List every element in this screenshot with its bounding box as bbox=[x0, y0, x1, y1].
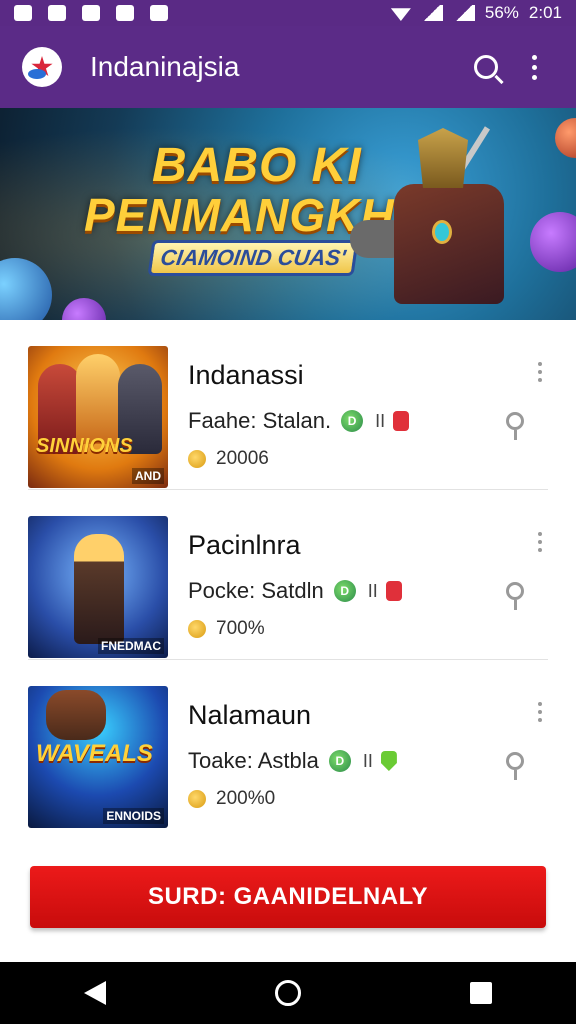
thumbnail-tag: FNEDMAC bbox=[98, 638, 164, 654]
rating-badge-icon: D bbox=[341, 410, 364, 432]
item-meta: 700% bbox=[188, 618, 265, 640]
item-more-icon[interactable] bbox=[538, 532, 542, 552]
pin-icon[interactable] bbox=[504, 412, 526, 442]
item-title: Indanassi bbox=[188, 360, 304, 390]
banner-title-line2: PENMANGKH bbox=[84, 189, 395, 241]
item-title: Pacinlnra bbox=[188, 530, 301, 560]
tag-icon bbox=[385, 581, 402, 601]
thumbnail-logo: WAVEALS bbox=[36, 740, 153, 767]
item-subtitle: Toake: Astbla bbox=[188, 748, 319, 773]
more-vert-icon bbox=[531, 54, 537, 80]
banner-title-line1: BABO KI bbox=[152, 139, 362, 192]
system-icons: 56% 2:01 bbox=[390, 3, 562, 23]
item-meta: 200%0 bbox=[188, 788, 275, 810]
pin-icon[interactable] bbox=[504, 752, 526, 782]
game-thumbnail[interactable]: SINNIONS AND bbox=[28, 346, 168, 488]
item-meta: 20006 bbox=[188, 448, 269, 470]
game-list: SINNIONS AND Indanassi Faahe: Stalan. D … bbox=[0, 320, 576, 830]
tag-icon bbox=[380, 751, 397, 771]
notification-icons bbox=[14, 5, 168, 21]
warrior-illustration bbox=[350, 126, 530, 320]
clock: 2:01 bbox=[528, 3, 562, 22]
recents-icon[interactable] bbox=[469, 982, 492, 1004]
item-count: 20006 bbox=[216, 448, 269, 469]
rating-badge-icon: D bbox=[328, 750, 351, 772]
item-subtitle: Pocke: Satdln bbox=[188, 578, 324, 603]
list-item[interactable]: WAVEALS ENNOIDS Nalamaun Toake: Astbla D… bbox=[28, 660, 548, 830]
search-button[interactable] bbox=[462, 43, 510, 91]
item-more-icon[interactable] bbox=[538, 362, 542, 382]
back-icon[interactable] bbox=[84, 981, 107, 1005]
system-nav-bar bbox=[0, 962, 576, 1024]
tag-icon bbox=[393, 411, 410, 431]
thumbnail-logo: SINNIONS bbox=[36, 435, 133, 457]
search-icon bbox=[474, 55, 498, 79]
banner-ribbon: CIAMOIND CUAS' bbox=[147, 240, 359, 276]
promo-banner[interactable]: BABO KI PENMANGKH CIAMOIND CUAS' bbox=[0, 108, 576, 320]
list-item[interactable]: SINNIONS AND Indanassi Faahe: Stalan. D … bbox=[28, 320, 548, 490]
notification-icon bbox=[14, 5, 32, 21]
list-item[interactable]: FNEDMAC Pacinlnra Pocke: Satdln D II 700… bbox=[28, 490, 548, 660]
app-title: Indaninajsia bbox=[90, 51, 240, 82]
item-count: 200%0 bbox=[216, 788, 276, 809]
game-thumbnail[interactable]: WAVEALS ENNOIDS bbox=[28, 686, 168, 828]
thumbnail-tag: AND bbox=[132, 468, 164, 484]
status-bar: 56% 2:01 bbox=[0, 0, 576, 26]
item-bars: II bbox=[367, 580, 378, 601]
thumbnail-tag: ENNOIDS bbox=[103, 808, 164, 824]
notification-icon bbox=[150, 5, 168, 21]
notification-icon bbox=[48, 5, 66, 21]
item-subtitle-row: Toake: Astbla D II bbox=[188, 748, 397, 774]
coin-icon bbox=[188, 450, 206, 468]
coin-icon bbox=[188, 790, 206, 808]
notification-icon bbox=[116, 5, 134, 21]
item-more-icon[interactable] bbox=[538, 702, 542, 722]
item-title: Nalamaun bbox=[188, 700, 312, 730]
signal-icon bbox=[452, 5, 475, 21]
app-bar: Indaninajsia bbox=[0, 26, 576, 108]
primary-cta-button[interactable]: SURD: GAANIDELNALY bbox=[30, 866, 546, 928]
app-logo-icon bbox=[22, 47, 62, 87]
signal-icon bbox=[420, 5, 443, 21]
notification-icon bbox=[82, 5, 100, 21]
item-count: 700% bbox=[216, 618, 265, 639]
item-bars: II bbox=[375, 410, 386, 431]
item-subtitle-row: Faahe: Stalan. D II bbox=[188, 408, 410, 434]
pin-icon[interactable] bbox=[504, 582, 526, 612]
home-icon[interactable] bbox=[274, 980, 301, 1006]
wifi-icon bbox=[390, 8, 411, 21]
overflow-menu-button[interactable] bbox=[510, 43, 558, 91]
item-subtitle-row: Pocke: Satdln D II bbox=[188, 578, 402, 604]
item-subtitle: Faahe: Stalan. bbox=[188, 408, 332, 433]
coin-icon bbox=[188, 620, 206, 638]
rating-badge-icon: D bbox=[333, 580, 356, 602]
item-bars: II bbox=[362, 750, 373, 771]
game-thumbnail[interactable]: FNEDMAC bbox=[28, 516, 168, 658]
battery-level: 56% bbox=[484, 3, 519, 22]
